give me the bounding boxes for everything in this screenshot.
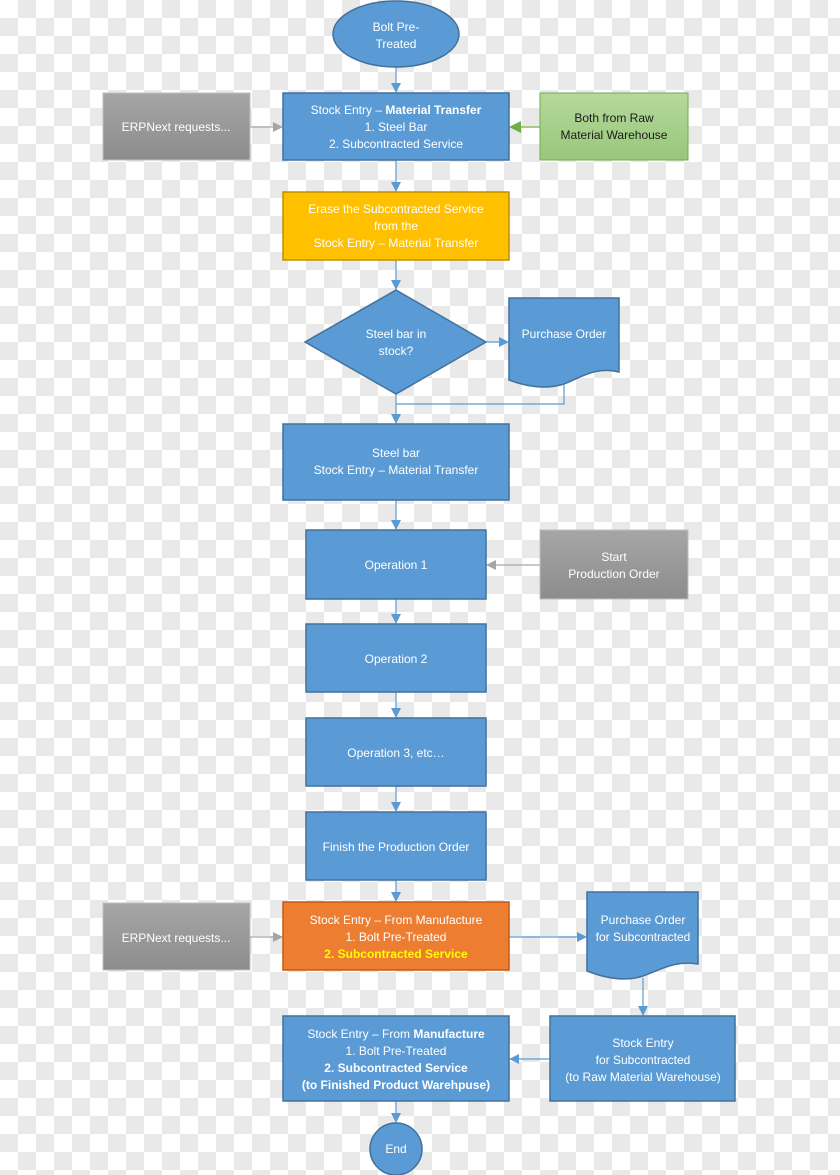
svg-text:Stock Entry – Material Transfe: Stock Entry – Material Transfer [311, 103, 482, 117]
material-transfer-node: Stock Entry – Material Transfer 1. Steel… [282, 92, 510, 161]
stock-entry-subcontracted-node: Stock Entry for Subcontracted (to Raw Ma… [549, 1015, 736, 1102]
svg-text:ERPNext requests...: ERPNext requests... [122, 120, 231, 134]
flowchart: Bolt Pre- Treated ERPNext requests... St… [102, 0, 736, 1175]
svg-text:(to Raw Material Warehouse): (to Raw Material Warehouse) [565, 1070, 721, 1084]
svg-text:Stock Entry: Stock Entry [612, 1036, 673, 1050]
purchase-order-subcontracted-node: Purchase Order for Subcontracted [586, 891, 699, 980]
operation-3-node: Operation 3, etc… [305, 717, 487, 787]
svg-text:2. Subcontracted Service: 2. Subcontracted Service [329, 137, 463, 151]
svg-text:Stock Entry – Material Transfe: Stock Entry – Material Transfer [314, 236, 479, 250]
svg-text:Treated: Treated [376, 37, 417, 51]
svg-text:1. Bolt Pre-Treated: 1. Bolt Pre-Treated [346, 930, 447, 944]
steel-transfer-node: Steel bar Stock Entry – Material Transfe… [282, 423, 510, 501]
svg-text:Stock Entry – From Manufactur: Stock Entry – From Manufacture [310, 913, 483, 927]
svg-text:1. Bolt Pre-Treated: 1. Bolt Pre-Treated [346, 1044, 447, 1058]
svg-text:Operation 1: Operation 1 [365, 558, 428, 572]
svg-text:Material Warehouse: Material Warehouse [561, 128, 668, 142]
erp-request-node-1: ERPNext requests... [102, 92, 251, 161]
svg-text:ERPNext requests...: ERPNext requests... [122, 931, 231, 945]
svg-text:2. Subcontracted Service: 2. Subcontracted Service [324, 1061, 468, 1075]
svg-text:Erase the Subcontracted Servic: Erase the Subcontracted Service [308, 202, 484, 216]
start-production-node: Start Production Order [539, 529, 689, 600]
svg-text:for Subcontracted: for Subcontracted [596, 1053, 691, 1067]
start-node: Bolt Pre- Treated [332, 0, 460, 68]
svg-text:from the: from the [374, 219, 418, 233]
svg-text:Operation 2: Operation 2 [365, 652, 428, 666]
stock-decision-node: Steel bar in stock? [303, 289, 488, 395]
finish-production-node: Finish the Production Order [305, 811, 487, 881]
svg-text:Finish the Production Order: Finish the Production Order [323, 840, 470, 854]
operation-1-node: Operation 1 [305, 529, 487, 600]
svg-text:Bolt Pre-: Bolt Pre- [373, 20, 420, 34]
erp-request-node-2: ERPNext requests... [102, 902, 251, 971]
svg-text:Start: Start [601, 550, 627, 564]
svg-text:Stock Entry – Material Transfe: Stock Entry – Material Transfer [314, 463, 479, 477]
operation-2-node: Operation 2 [305, 623, 487, 693]
svg-text:Operation 3, etc…: Operation 3, etc… [347, 746, 444, 760]
svg-text:Both from Raw: Both from Raw [574, 111, 654, 125]
svg-text:for Subcontracted: for Subcontracted [596, 930, 691, 944]
svg-text:(to Finished Product Warehpuse: (to Finished Product Warehpuse) [302, 1078, 490, 1092]
svg-text:End: End [385, 1142, 406, 1156]
raw-source-node: Both from Raw Material Warehouse [539, 92, 689, 161]
manufacture-entry-node-1: Stock Entry – From Manufacture 1. Bolt P… [282, 901, 510, 971]
end-node: End [369, 1122, 423, 1175]
svg-text:Production Order: Production Order [568, 567, 659, 581]
purchase-order-node: Purchase Order [508, 297, 620, 388]
svg-text:Steel bar in: Steel bar in [366, 327, 427, 341]
svg-text:Steel bar: Steel bar [372, 446, 420, 460]
svg-text:Purchase Order: Purchase Order [601, 913, 686, 927]
svg-text:2. Subcontracted Service: 2. Subcontracted Service [324, 947, 468, 961]
svg-text:Stock Entry – From Manufactur: Stock Entry – From Manufacture [307, 1027, 485, 1041]
manufacture-entry-node-2: Stock Entry – From Manufacture 1. Bolt P… [282, 1015, 510, 1102]
svg-text:stock?: stock? [379, 344, 414, 358]
erase-service-node: Erase the Subcontracted Service from the… [282, 191, 510, 261]
svg-text:Purchase Order: Purchase Order [522, 327, 607, 341]
svg-text:1. Steel Bar: 1. Steel Bar [365, 120, 428, 134]
